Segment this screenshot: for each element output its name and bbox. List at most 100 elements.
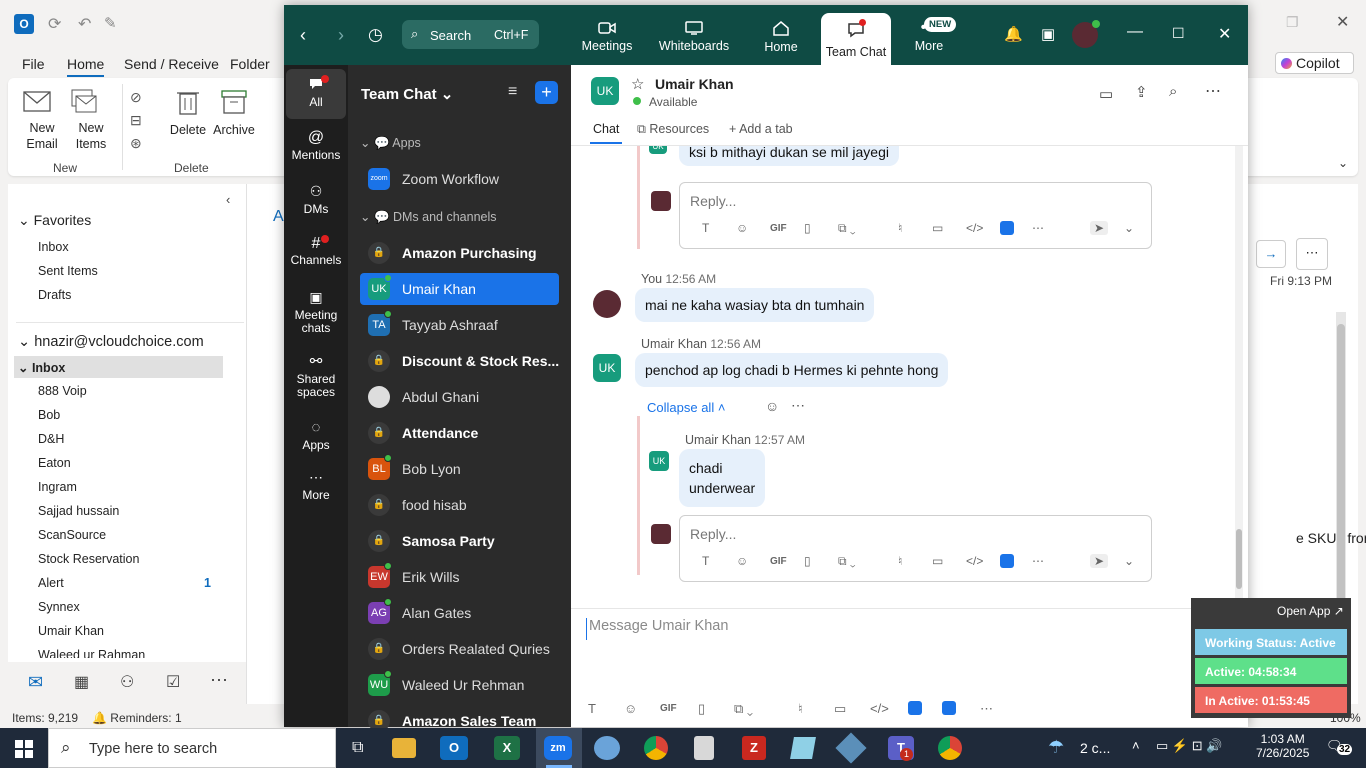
chrome-icon[interactable] xyxy=(644,736,668,760)
star-icon[interactable]: ☆ xyxy=(631,75,644,93)
text-format-icon[interactable]: T xyxy=(588,701,596,716)
rail-apps[interactable]: ◌ Apps xyxy=(286,420,346,452)
send-icon[interactable]: ➤ xyxy=(1090,221,1109,235)
clock[interactable]: 1:03 AM 7/26/2025 xyxy=(1256,732,1309,760)
more-options-icon[interactable]: ⋯ xyxy=(1205,81,1221,101)
folder-item[interactable]: Stock Reservation xyxy=(38,552,139,566)
app-taskbar-icon[interactable] xyxy=(835,732,867,764)
app-icon[interactable] xyxy=(908,701,922,715)
chat-scrollbar[interactable] xyxy=(1235,146,1243,608)
close-icon[interactable]: ✕ xyxy=(1336,12,1349,32)
history-icon[interactable]: ◷ xyxy=(368,25,383,45)
more-icon[interactable]: ⋯ xyxy=(980,701,993,717)
task-view-icon[interactable]: ⧉ xyxy=(342,734,378,762)
more-icon[interactable]: ⋯ xyxy=(1032,554,1044,568)
tab-resources[interactable]: ⧉ Resources xyxy=(637,122,709,137)
mic-icon[interactable]: ♮ xyxy=(898,221,902,235)
excel-icon[interactable]: X xyxy=(494,736,520,760)
more-icon[interactable]: ⋯ xyxy=(1032,221,1044,235)
weather-text[interactable]: 2 c... xyxy=(1080,740,1110,756)
tab-add[interactable]: + Add a tab xyxy=(729,122,793,136)
forward-icon[interactable]: → xyxy=(1256,240,1286,268)
emoji-icon[interactable]: ☺ xyxy=(736,554,748,568)
tab-chat[interactable]: Chat xyxy=(593,122,619,136)
list-item[interactable]: WU Waleed Ur Rehman xyxy=(360,669,559,701)
file-icon[interactable]: ▯ xyxy=(698,701,705,717)
share-screen-icon[interactable]: ⇪ xyxy=(1135,83,1148,101)
folder-item[interactable]: Ingram xyxy=(38,480,77,494)
folder-item[interactable]: Waleed ur Rahman xyxy=(38,648,145,658)
taskbar-search[interactable]: ⌕ Type here to search xyxy=(48,728,336,768)
gif-icon[interactable]: GIF xyxy=(660,703,677,714)
folder-item[interactable]: Bob xyxy=(38,408,60,422)
screenshot-icon[interactable]: ⧉ ⌄ xyxy=(838,221,856,236)
list-item[interactable]: UK Umair Khan xyxy=(360,273,559,305)
tab-whiteboards[interactable]: Whiteboards xyxy=(656,21,732,53)
tray-icons[interactable]: ▭ ⚡ ⊡ 🔊 xyxy=(1156,738,1222,754)
tab-home[interactable]: Home xyxy=(760,21,802,54)
contact-name[interactable]: Umair Khan xyxy=(655,76,734,92)
list-item[interactable]: 🔒 Samosa Party xyxy=(360,525,559,557)
list-item[interactable]: 🔒 Discount & Stock Res... xyxy=(360,345,559,377)
list-item[interactable]: EW Erik Wills xyxy=(360,561,559,593)
file-icon[interactable]: ▯ xyxy=(804,221,811,235)
collapse-all-link[interactable]: Collapse all ˄ xyxy=(647,400,725,415)
list-item[interactable]: TA Tayyab Ashraaf xyxy=(360,309,559,341)
mic-icon[interactable]: ♮ xyxy=(898,554,902,568)
bell-icon[interactable]: 🔔 xyxy=(1004,25,1023,43)
contact-avatar[interactable]: UK xyxy=(591,77,619,105)
windows-start-icon[interactable] xyxy=(15,740,33,758)
rail-mentions[interactable]: @ Mentions xyxy=(286,130,346,162)
send-options-icon[interactable]: ⌄ xyxy=(1124,554,1134,568)
emoji-icon[interactable]: ☺ xyxy=(736,221,748,235)
rail-all[interactable]: All xyxy=(286,77,346,109)
mail-icon[interactable]: ✉ xyxy=(28,672,43,693)
sync-icon[interactable]: ⟳ xyxy=(48,14,61,34)
list-item[interactable]: Abdul Ghani xyxy=(360,381,559,413)
folder-item[interactable]: Synnex xyxy=(38,600,80,614)
screenshot-icon[interactable]: ⧉ ⌄ xyxy=(734,701,753,717)
folder-item[interactable]: 888 Voip xyxy=(38,384,87,398)
menu-file[interactable]: File xyxy=(22,56,45,72)
fav-inbox[interactable]: Inbox xyxy=(38,240,69,254)
new-chat-button[interactable]: + xyxy=(535,81,558,104)
message-more-icon[interactable]: ⋯ xyxy=(791,397,805,414)
list-item[interactable]: 🔒 food hisab xyxy=(360,489,559,521)
video-icon[interactable]: ▭ xyxy=(932,554,943,568)
code-icon[interactable]: </> xyxy=(966,221,983,235)
tab-team-chat[interactable]: Team Chat xyxy=(821,13,891,65)
folder-item[interactable]: Eaton xyxy=(38,456,71,470)
status-reminders[interactable]: 🔔 Reminders: 1 xyxy=(92,711,182,725)
section-apps[interactable]: ⌄ 💬 Apps xyxy=(360,135,421,151)
folder-item[interactable]: Alert xyxy=(38,576,64,590)
undo-icon[interactable]: ↶ xyxy=(78,14,91,34)
copilot-button[interactable]: Copilot xyxy=(1275,52,1354,74)
app-taskbar-icon[interactable] xyxy=(594,736,620,760)
tab-meetings[interactable]: Meetings xyxy=(580,21,634,53)
app-icon[interactable] xyxy=(1000,554,1014,568)
video-call-icon[interactable]: ▭ xyxy=(1099,85,1113,103)
tray-chevron-icon[interactable]: ˄ xyxy=(1132,738,1140,753)
section-dms[interactable]: ⌄ 💬 DMs and channels xyxy=(360,209,497,225)
panel-title[interactable]: Team Chat ⌄ xyxy=(361,85,453,103)
favorites-header[interactable]: ⌄ Favorites xyxy=(18,212,91,229)
rail-shared-spaces[interactable]: ⚯ Shared spaces xyxy=(286,354,346,399)
inbox-folder[interactable]: ⌄ Inbox xyxy=(14,356,223,378)
video-icon[interactable]: ▭ xyxy=(834,701,846,717)
search-chat-icon[interactable]: ⌕ xyxy=(1169,83,1177,100)
reply-box[interactable]: Reply... T ☺ GIF ▯ ⧉ ⌄ ♮ ▭ </> ⋯ ➤ ⌄ xyxy=(679,182,1152,249)
fav-drafts[interactable]: Drafts xyxy=(38,288,71,302)
folder-item[interactable]: Umair Khan xyxy=(38,624,104,638)
outlook-taskbar-icon[interactable]: O xyxy=(440,736,468,760)
rail-channels[interactable]: # Channels xyxy=(286,236,346,267)
delete-button[interactable]: Delete xyxy=(168,88,208,138)
folder-item[interactable]: D&H xyxy=(38,432,64,446)
collapse-pane-icon[interactable]: ‹ xyxy=(226,192,230,207)
video-icon[interactable]: ▭ xyxy=(932,221,943,235)
gif-icon[interactable]: GIF xyxy=(770,556,787,567)
whiteboard-app-icon[interactable] xyxy=(942,701,956,715)
minimize-icon[interactable]: — xyxy=(1127,23,1143,41)
send-options-icon[interactable]: ⌄ xyxy=(1124,221,1134,235)
calculator-icon[interactable] xyxy=(694,736,714,760)
list-item[interactable]: 🔒 Attendance xyxy=(360,417,559,449)
